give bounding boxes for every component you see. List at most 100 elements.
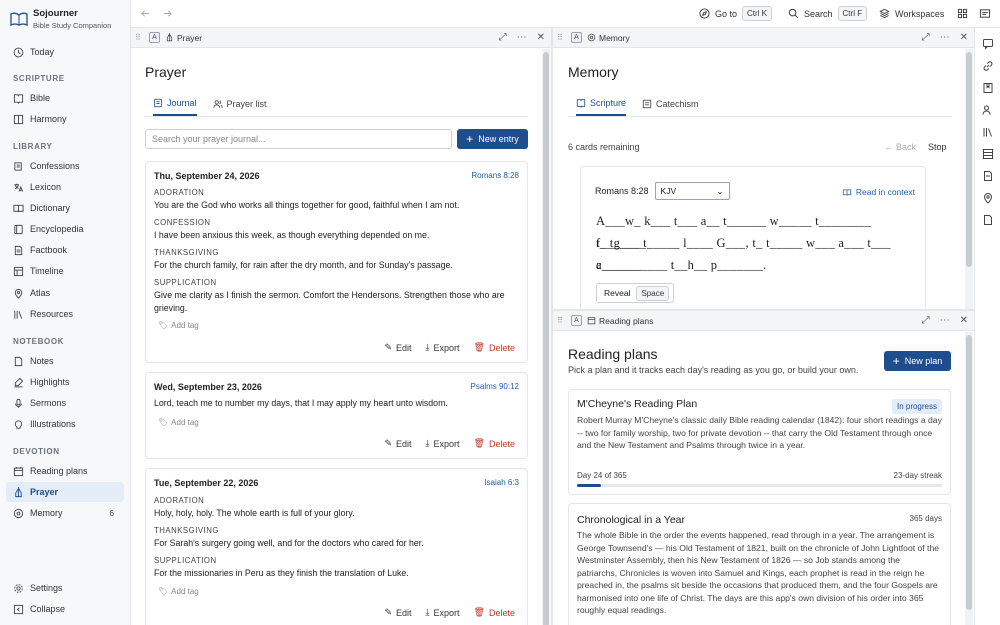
prayer-scrollbar[interactable] bbox=[543, 52, 549, 625]
nav-memory[interactable]: Memory 6 bbox=[6, 503, 124, 523]
nav-today-label: Today bbox=[30, 47, 55, 57]
tab-scripture[interactable]: Scripture bbox=[576, 98, 627, 116]
entry-reference-link[interactable]: Psalms 90:12 bbox=[471, 382, 519, 391]
expand-icon[interactable]: ⤢ bbox=[499, 32, 507, 43]
file-icon[interactable] bbox=[982, 214, 994, 226]
journal-icon bbox=[154, 98, 162, 108]
drag-handle-icon[interactable]: ⠿ bbox=[557, 33, 567, 42]
chat-icon[interactable] bbox=[982, 38, 994, 50]
forward-arrow-button[interactable] bbox=[162, 8, 173, 19]
notes-icon[interactable] bbox=[982, 170, 994, 182]
font-size-icon[interactable]: A bbox=[149, 32, 160, 43]
collapse-sidebar-button[interactable]: Collapse bbox=[6, 599, 124, 619]
nav-lexicon[interactable]: Lexicon bbox=[6, 177, 124, 197]
expand-icon[interactable]: ⤢ bbox=[922, 32, 930, 43]
drag-handle-icon[interactable]: ⠿ bbox=[135, 33, 145, 42]
edit-button[interactable]: ✎ Edit bbox=[384, 342, 411, 353]
tag-icon: 🏷︎ bbox=[158, 587, 169, 596]
plans-pane-tab[interactable]: Reading plans bbox=[587, 316, 653, 326]
more-options-icon[interactable]: ⋯ bbox=[940, 32, 950, 43]
more-options-icon[interactable]: ⋯ bbox=[940, 315, 950, 326]
delete-button[interactable]: 🗑︎ Delete bbox=[474, 342, 515, 353]
nav-illustrations[interactable]: Illustrations bbox=[6, 414, 124, 434]
close-icon[interactable]: ✕ bbox=[960, 315, 968, 326]
expand-icon[interactable]: ⤢ bbox=[922, 315, 930, 326]
nav-timeline[interactable]: Timeline bbox=[6, 261, 124, 281]
brand[interactable]: Sojourner Bible Study Companion bbox=[10, 8, 111, 30]
nav-today[interactable]: Today bbox=[6, 42, 124, 62]
prayer-pane-tab[interactable]: Prayer bbox=[165, 33, 202, 43]
plan-card[interactable]: Chronological in a Year 365 days The who… bbox=[568, 503, 951, 625]
memory-pane-title: Memory bbox=[599, 32, 630, 43]
search-button[interactable]: Search Ctrl F bbox=[788, 6, 868, 21]
tab-catechism[interactable]: Catechism bbox=[642, 98, 699, 116]
memory-pane-tab[interactable]: Memory bbox=[587, 33, 630, 43]
add-tag-button[interactable]: 🏷︎ Add tag bbox=[158, 418, 199, 427]
nav-confessions[interactable]: Confessions bbox=[6, 156, 124, 176]
edit-button[interactable]: ✎ Edit bbox=[384, 607, 411, 618]
new-entry-button[interactable]: + New entry bbox=[457, 129, 528, 149]
panel-toggle-button[interactable] bbox=[979, 8, 991, 19]
people-icon[interactable] bbox=[982, 104, 994, 116]
prayer-search-input[interactable]: Search your prayer journal... bbox=[145, 129, 452, 149]
new-plan-button[interactable]: + New plan bbox=[884, 351, 951, 371]
plan-progress-fill bbox=[577, 484, 602, 487]
nav-settings[interactable]: Settings bbox=[6, 578, 124, 598]
stop-button[interactable]: Stop bbox=[928, 142, 947, 152]
tab-journal[interactable]: Journal bbox=[153, 98, 197, 116]
nav-notes[interactable]: Notes bbox=[6, 351, 124, 371]
back-arrow-button[interactable] bbox=[140, 8, 151, 19]
nav-dictionary[interactable]: Dictionary bbox=[6, 198, 124, 218]
tab-prayer-list[interactable]: Prayer list bbox=[212, 98, 267, 116]
nav-atlas[interactable]: Atlas bbox=[6, 283, 124, 303]
read-in-context-link[interactable]: Read in context bbox=[842, 187, 915, 197]
close-icon[interactable]: ✕ bbox=[537, 32, 545, 43]
entry-reference-link[interactable]: Romans 8:28 bbox=[471, 171, 519, 180]
app-name: Sojourner bbox=[33, 8, 78, 19]
document-icon bbox=[14, 245, 23, 255]
nav-harmony-label: Harmony bbox=[30, 114, 67, 124]
add-tag-button[interactable]: 🏷︎ Add tag bbox=[158, 587, 199, 596]
nav-bible[interactable]: Bible bbox=[6, 88, 124, 108]
nav-highlights[interactable]: Highlights bbox=[6, 372, 124, 392]
delete-button[interactable]: 🗑︎ Delete bbox=[474, 607, 515, 618]
memory-scrollbar[interactable] bbox=[966, 52, 972, 267]
font-size-icon[interactable]: A bbox=[571, 315, 582, 326]
cloze-line: a__________ t__h__ p_______. bbox=[596, 258, 767, 272]
section-notebook: NOTEBOOK bbox=[13, 337, 65, 346]
table-icon[interactable] bbox=[982, 148, 994, 160]
edit-button[interactable]: ✎ Edit bbox=[384, 438, 411, 449]
grid-view-button[interactable] bbox=[957, 8, 968, 19]
trash-icon: 🗑︎ bbox=[473, 438, 485, 448]
open-book-icon bbox=[10, 12, 28, 26]
nav-reading-plans[interactable]: Reading plans bbox=[6, 461, 124, 481]
nav-factbook[interactable]: Factbook bbox=[6, 240, 124, 260]
workspaces-button[interactable]: Workspaces bbox=[879, 8, 944, 19]
plan-description: The whole Bible in the order the events … bbox=[577, 530, 940, 615]
export-button[interactable]: ⤓ Export bbox=[426, 342, 460, 353]
font-size-icon[interactable]: A bbox=[571, 32, 582, 43]
add-tag-button[interactable]: 🏷︎ Add tag bbox=[158, 321, 199, 330]
entry-reference-link[interactable]: Isaiah 6:3 bbox=[484, 478, 519, 487]
export-button[interactable]: ⤓ Export bbox=[426, 438, 460, 449]
delete-button[interactable]: 🗑︎ Delete bbox=[474, 438, 515, 449]
nav-sermons[interactable]: Sermons bbox=[6, 393, 124, 413]
drag-handle-icon[interactable]: ⠿ bbox=[557, 316, 567, 325]
reveal-button[interactable]: Reveal Space bbox=[596, 283, 675, 303]
back-button[interactable]: ← Back bbox=[884, 142, 916, 152]
translation-select[interactable]: KJV ⌄ bbox=[654, 182, 730, 200]
nav-encyclopedia[interactable]: Encyclopedia bbox=[6, 219, 124, 239]
close-icon[interactable]: ✕ bbox=[960, 32, 968, 43]
more-options-icon[interactable]: ⋯ bbox=[517, 32, 527, 43]
nav-resources[interactable]: Resources bbox=[6, 304, 124, 324]
plan-card[interactable]: M'Cheyne's Reading Plan In progress Robe… bbox=[568, 389, 951, 495]
plans-scrollbar[interactable] bbox=[966, 335, 972, 610]
export-button[interactable]: ⤓ Export bbox=[426, 607, 460, 618]
books-icon[interactable] bbox=[982, 126, 994, 138]
nav-harmony[interactable]: Harmony bbox=[6, 109, 124, 129]
goto-button[interactable]: Go to Ctrl K bbox=[699, 6, 773, 21]
map-pin-icon[interactable] bbox=[982, 192, 994, 204]
nav-prayer[interactable]: Prayer bbox=[6, 482, 124, 502]
bookmark-book-icon[interactable] bbox=[982, 82, 994, 94]
link-icon[interactable] bbox=[982, 60, 994, 72]
